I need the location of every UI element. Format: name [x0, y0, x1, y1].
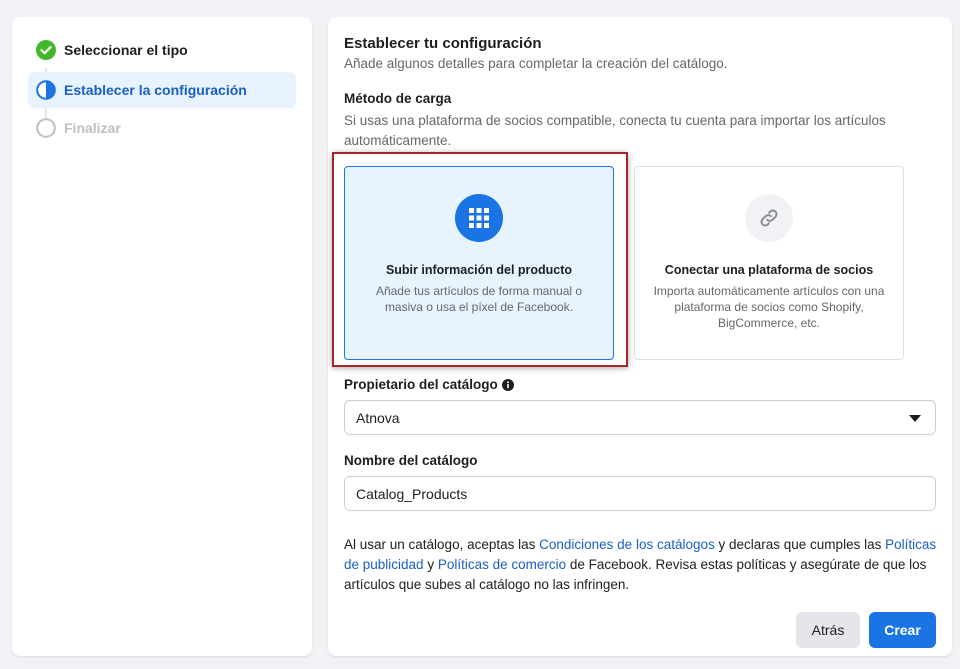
back-button[interactable]: Atrás	[796, 612, 860, 648]
half-circle-progress-icon	[36, 80, 56, 100]
upload-method-description: Si usas una plataforma de socios compati…	[344, 113, 886, 148]
check-circle-icon	[36, 40, 56, 60]
option-description: Añade tus artículos de forma manual o ma…	[375, 284, 583, 314]
step-label: Finalizar	[64, 120, 121, 136]
link-icon	[745, 194, 793, 242]
catalog-name-input[interactable]	[344, 476, 936, 511]
step-label: Seleccionar el tipo	[64, 42, 188, 58]
page-subtitle: Añade algunos detalles para completar la…	[344, 56, 728, 71]
connect-partner-platform-option[interactable]: Conectar una plataforma de socios Import…	[634, 166, 904, 360]
step-set-configuration[interactable]: Establecer la configuración	[28, 72, 296, 108]
info-icon[interactable]	[501, 378, 514, 391]
create-button[interactable]: Crear	[869, 612, 936, 648]
catalog-name-label: Nombre del catálogo	[344, 453, 478, 468]
steps-sidebar: Seleccionar el tipo Establecer la config…	[12, 17, 312, 656]
step-select-type[interactable]: Seleccionar el tipo	[28, 32, 296, 68]
upload-product-info-option[interactable]: Subir información del producto Añade tus…	[344, 166, 614, 360]
option-title: Subir información del producto	[385, 263, 573, 277]
terms-text-part: y declaras que cumples las	[714, 537, 886, 552]
terms-text-part: y	[423, 557, 438, 572]
catalog-owner-label: Propietario del catálogo	[344, 377, 514, 392]
page-title: Establecer tu configuración	[344, 35, 542, 52]
terms-text-part: Al usar un catálogo, aceptas las	[344, 537, 540, 552]
commerce-policies-link[interactable]: Políticas de comercio	[438, 557, 566, 572]
catalog-owner-label-text: Propietario del catálogo	[344, 377, 498, 392]
terms-text: Al usar un catálogo, aceptas las Condici…	[344, 535, 940, 595]
configuration-panel: Establecer tu configuración Añade alguno…	[328, 17, 952, 656]
option-title: Conectar una plataforma de socios	[664, 263, 874, 277]
grid-icon	[455, 194, 503, 242]
step-finish[interactable]: Finalizar	[28, 110, 296, 146]
step-label: Establecer la configuración	[64, 82, 247, 98]
caret-down-icon	[909, 415, 921, 422]
empty-circle-icon	[36, 118, 56, 138]
option-description: Importa automáticamente artículos con un…	[653, 284, 885, 330]
catalog-terms-link[interactable]: Condiciones de los catálogos	[539, 537, 715, 552]
upload-method-title: Método de carga	[344, 91, 452, 106]
catalog-owner-select[interactable]: Atnova	[344, 400, 936, 435]
catalog-owner-value: Atnova	[356, 409, 400, 426]
